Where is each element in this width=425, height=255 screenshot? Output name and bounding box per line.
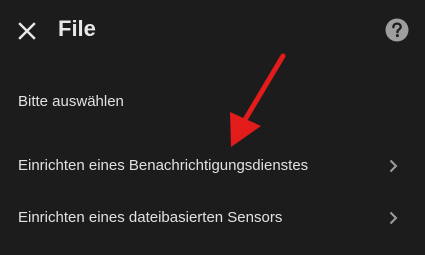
help-button[interactable] xyxy=(384,17,410,43)
close-button[interactable] xyxy=(14,18,40,44)
dialog: File Bitte auswählen Einrichten eines Be… xyxy=(0,0,425,255)
dialog-header: File xyxy=(0,0,425,60)
help-circle-icon xyxy=(385,18,409,42)
list-item-file-sensor[interactable]: Einrichten eines dateibasierten Sensors xyxy=(0,194,425,242)
list-item-notification-service[interactable]: Einrichten eines Benachrichtigungsdienst… xyxy=(0,142,425,190)
section-label: Bitte auswählen xyxy=(18,93,124,110)
close-icon xyxy=(18,22,36,40)
list-item-label: Einrichten eines Benachrichtigungsdienst… xyxy=(18,157,309,174)
list-item-label: Einrichten eines dateibasierten Sensors xyxy=(18,209,283,226)
dialog-title: File xyxy=(58,16,96,41)
chevron-right-icon xyxy=(389,159,398,173)
chevron-right-icon xyxy=(389,211,398,225)
